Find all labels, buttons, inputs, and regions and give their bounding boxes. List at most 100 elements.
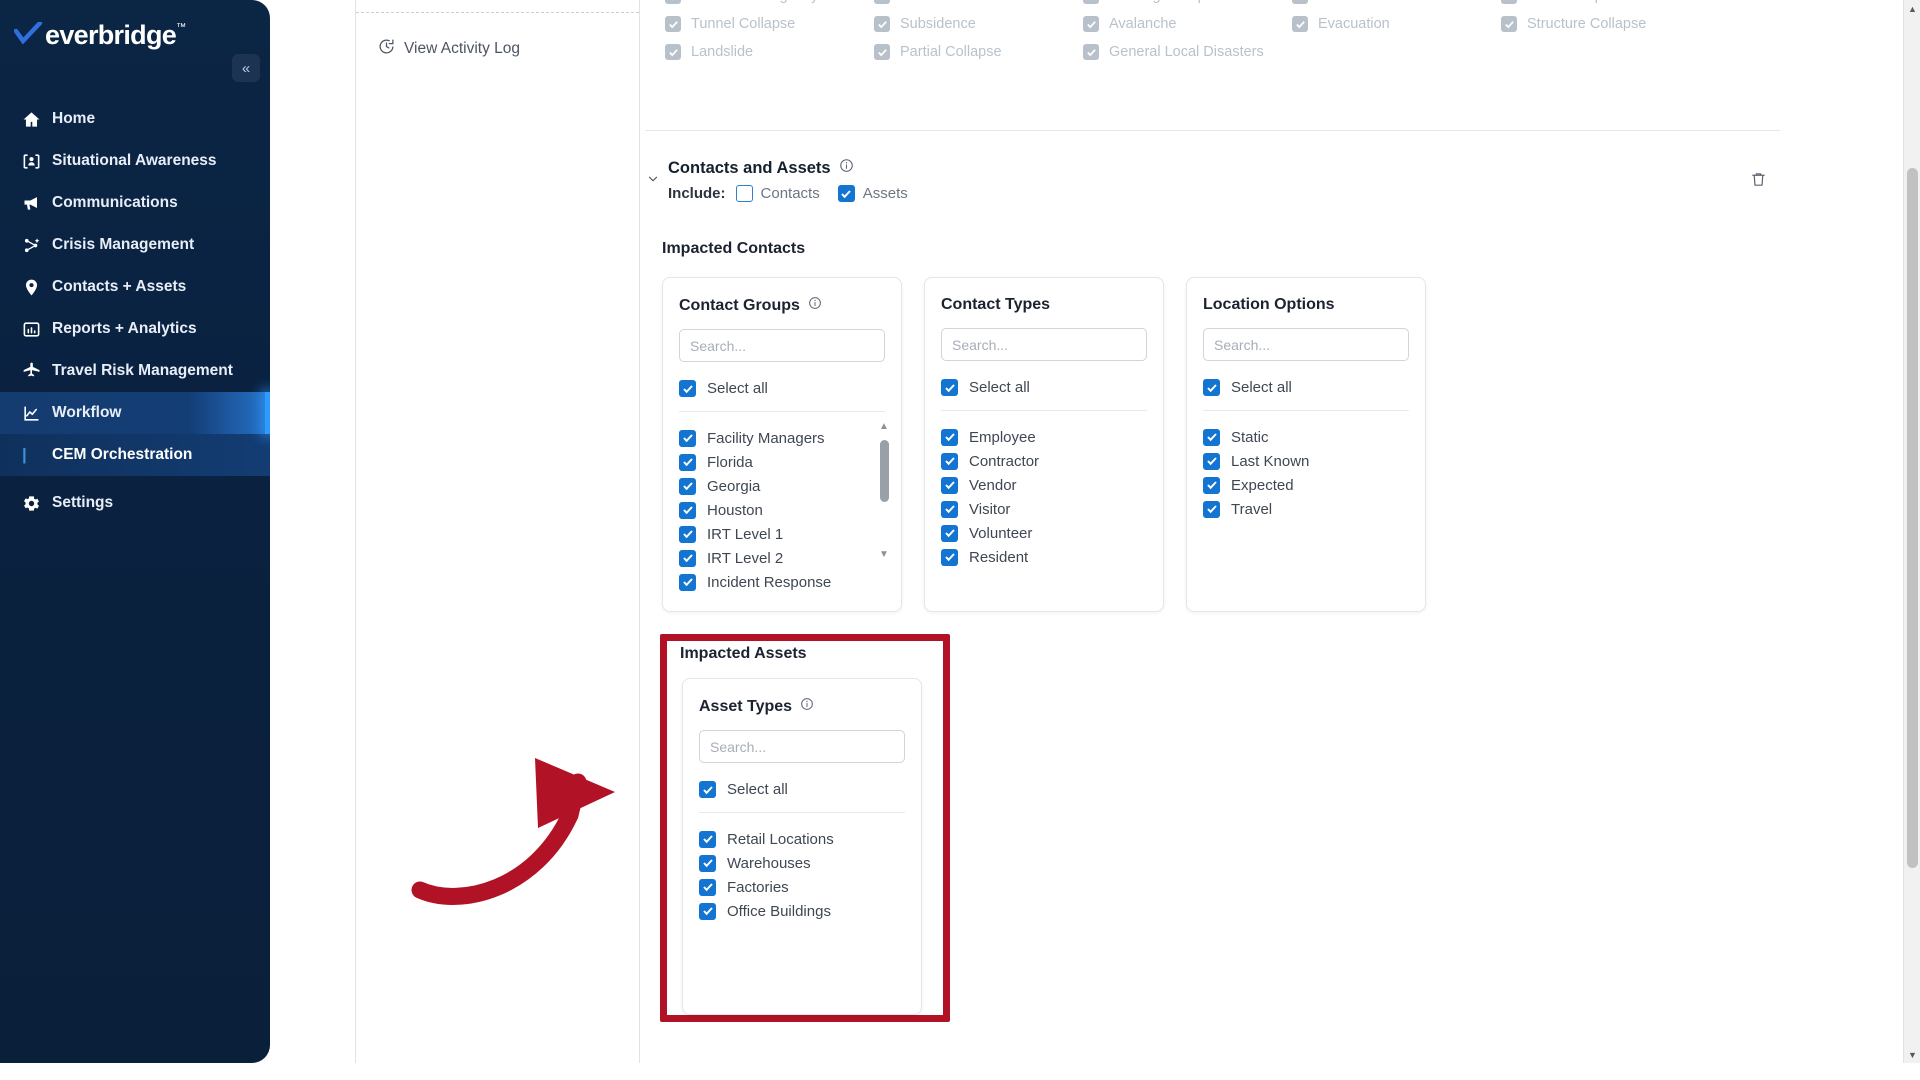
contact-groups-search-input[interactable]	[679, 329, 885, 362]
collapse-sidebar-button[interactable]: «	[232, 54, 260, 82]
scrollbar-thumb[interactable]	[880, 440, 889, 502]
scroll-up-arrow-icon[interactable]: ▲	[879, 422, 889, 432]
contact-types-title: Contact Types	[941, 296, 1051, 313]
page-scrollbar[interactable]: ▲ ▼	[1903, 0, 1920, 1063]
sidebar-item-label: Situational Awareness	[52, 152, 217, 169]
contact-groups-title: Contact Groups	[679, 296, 800, 314]
include-contacts-checkbox[interactable]: Contacts	[735, 185, 820, 202]
disaster-checkbox-item: Subsidence	[874, 16, 1083, 32]
asset-types-select-all[interactable]: Select all	[699, 781, 905, 798]
sidebar-item-label: Settings	[52, 494, 114, 511]
scroll-down-arrow-icon[interactable]: ▼	[1904, 1046, 1920, 1063]
location-options-search-input[interactable]	[1203, 328, 1409, 361]
disaster-label: Avalanche	[1109, 16, 1177, 32]
contact-types-options: Employee Contractor Vendor Visitor Volun…	[941, 425, 1147, 569]
disaster-label: Unsafe Structure	[1318, 0, 1427, 4]
option-row[interactable]: Houston	[679, 498, 885, 522]
option-row[interactable]: Facility Managers	[679, 426, 885, 450]
delete-section-button[interactable]	[1750, 170, 1767, 194]
location-options-select-all[interactable]: Select all	[1203, 379, 1409, 396]
main-content: State of Emergency Mine Incident Buildin…	[640, 0, 1920, 1063]
page-scrollbar-thumb[interactable]	[1907, 168, 1918, 868]
gear-icon	[22, 494, 52, 513]
card-divider	[679, 411, 885, 412]
checkbox-checked-disabled-icon	[1083, 16, 1099, 32]
option-row[interactable]: Resident	[941, 545, 1147, 569]
option-row[interactable]: Vendor	[941, 473, 1147, 497]
view-activity-log-link[interactable]: View Activity Log	[378, 38, 639, 60]
option-row[interactable]: Retail Locations	[699, 827, 905, 851]
location-pin-icon	[22, 278, 52, 297]
disaster-checkbox-item: Partial Collapse	[874, 44, 1083, 60]
option-row[interactable]: Volunteer	[941, 521, 1147, 545]
sidebar-item-travel-risk-management[interactable]: Travel Risk Management	[0, 350, 270, 392]
option-row[interactable]: IRT Level 1	[679, 522, 885, 546]
option-row[interactable]: Georgia	[679, 474, 885, 498]
contact-groups-select-all[interactable]: Select all	[679, 380, 885, 397]
asset-types-search-input[interactable]	[699, 730, 905, 763]
checkbox-checked-icon	[679, 477, 696, 495]
info-icon[interactable]	[839, 158, 854, 178]
option-row[interactable]: Warehouses	[699, 851, 905, 875]
scroll-up-arrow-icon[interactable]: ▲	[1904, 0, 1920, 17]
contact-types-search-input[interactable]	[941, 328, 1147, 361]
disaster-label: Subsidence	[900, 16, 976, 32]
option-label: Florida	[707, 453, 753, 471]
info-icon[interactable]	[808, 296, 822, 315]
contact-groups-options: Facility Managers Florida Georgia Housto…	[679, 422, 889, 594]
disaster-label: Evacuation	[1318, 16, 1390, 32]
option-row[interactable]: Office Buildings	[699, 899, 905, 923]
sidebar-item-home[interactable]: Home	[0, 98, 270, 140]
checkbox-checked-disabled-icon	[1292, 0, 1308, 4]
option-row[interactable]: Florida	[679, 450, 885, 474]
option-label: Last Known	[1231, 452, 1310, 470]
brand-name: everbridge	[45, 20, 177, 50]
sidebar-item-crisis-management[interactable]: Crisis Management	[0, 224, 270, 266]
include-label: Include:	[668, 185, 726, 202]
disaster-checkbox-item: Structure Collapse	[1501, 16, 1710, 32]
card-title: Contact Types	[941, 296, 1147, 314]
info-icon[interactable]	[800, 697, 814, 716]
option-row[interactable]: Travel	[1203, 497, 1409, 521]
disaster-label: General Local Disasters	[1109, 44, 1264, 60]
contact-groups-scrollbar[interactable]: ▲ ▼	[877, 422, 891, 560]
select-all-label: Select all	[1231, 379, 1292, 396]
contact-types-select-all[interactable]: Select all	[941, 379, 1147, 396]
sidebar-item-workflow[interactable]: Workflow	[0, 392, 270, 434]
chevron-down-icon[interactable]	[646, 158, 668, 189]
impacted-contacts-heading: Impacted Contacts	[662, 240, 806, 257]
sidebar-item-label: Contacts + Assets	[52, 278, 187, 295]
airplane-icon	[22, 361, 52, 381]
checkbox-checked-icon	[1203, 476, 1220, 494]
disaster-checkbox-item: Avalanche	[1083, 16, 1292, 32]
sidebar-item-reports-analytics[interactable]: Reports + Analytics	[0, 308, 270, 350]
option-row[interactable]: IRT Level 2	[679, 546, 885, 570]
option-row[interactable]: Factories	[699, 875, 905, 899]
option-row[interactable]: Contractor	[941, 449, 1147, 473]
location-options-list: Static Last Known Expected Travel	[1203, 425, 1409, 521]
active-marker-icon: |	[22, 445, 27, 464]
option-label: Incident Response	[707, 573, 832, 591]
option-row[interactable]: Static	[1203, 425, 1409, 449]
checkbox-checked-icon	[699, 781, 716, 798]
scroll-down-arrow-icon[interactable]: ▼	[879, 550, 889, 560]
disaster-label: Building Collapse	[1109, 0, 1221, 4]
option-row[interactable]: Incident Response	[679, 570, 885, 594]
sidebar-item-communications[interactable]: Communications	[0, 182, 270, 224]
brand-logo: everbridge ™	[0, 0, 270, 64]
option-row[interactable]: Employee	[941, 425, 1147, 449]
sidebar-nav: Home Situational Awareness Communication…	[0, 98, 270, 524]
sidebar-item-contacts-assets[interactable]: Contacts + Assets	[0, 266, 270, 308]
sidebar-item-settings[interactable]: Settings	[0, 482, 270, 524]
contacts-and-assets-header: Contacts and Assets Include: Contacts As…	[646, 158, 908, 202]
option-row[interactable]: Expected	[1203, 473, 1409, 497]
option-row[interactable]: Last Known	[1203, 449, 1409, 473]
include-assets-label: Assets	[862, 185, 908, 202]
include-assets-checkbox[interactable]: Assets	[837, 185, 908, 202]
sidebar-item-label: Travel Risk Management	[52, 362, 233, 379]
sidebar-item-situational-awareness[interactable]: Situational Awareness	[0, 140, 270, 182]
checkbox-checked-disabled-icon	[1083, 0, 1099, 4]
sidebar-item-cem-orchestration[interactable]: | CEM Orchestration	[0, 434, 270, 476]
option-row[interactable]: Visitor	[941, 497, 1147, 521]
checkbox-checked-icon	[679, 380, 696, 397]
